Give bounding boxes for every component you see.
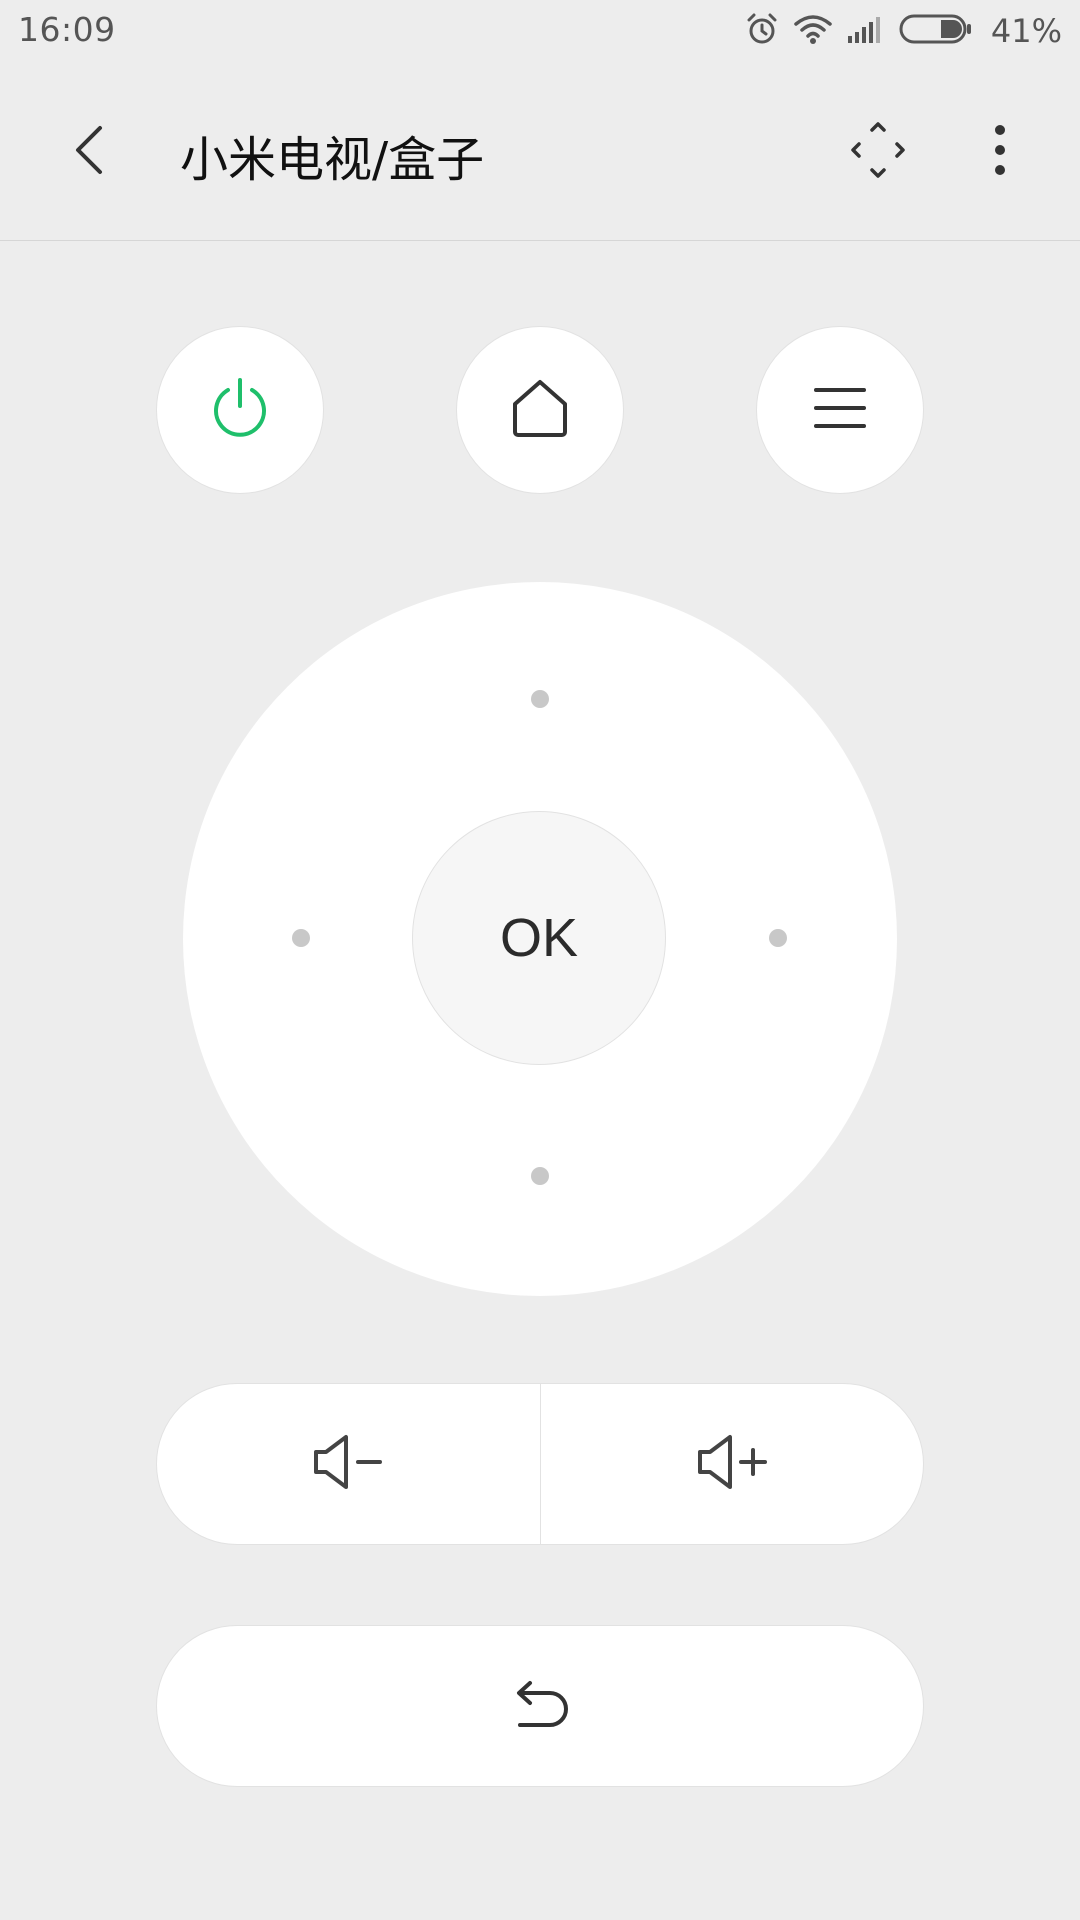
alarm-icon (745, 12, 779, 50)
dpad-left[interactable] (292, 929, 310, 947)
page-title: 小米电视/盒子 (180, 132, 485, 188)
volume-down-button[interactable] (157, 1384, 540, 1544)
status-time: 16:09 (18, 10, 116, 49)
home-icon (510, 378, 570, 442)
more-options-button[interactable] (970, 120, 1030, 184)
status-icons: 41% (745, 10, 1062, 52)
wifi-icon (793, 12, 833, 50)
status-bar: 16:09 41% (0, 0, 1080, 62)
return-arrow-icon (508, 1679, 572, 1733)
ok-button[interactable]: OK (412, 811, 666, 1065)
chevron-left-icon (70, 122, 110, 182)
return-button[interactable] (156, 1625, 924, 1787)
ok-label: OK (499, 908, 579, 968)
power-button[interactable] (156, 326, 324, 494)
battery-icon (899, 13, 973, 49)
signal-icon (847, 14, 885, 48)
dpad-right[interactable] (769, 929, 787, 947)
dpad-down[interactable] (531, 1167, 549, 1185)
app-header: 小米电视/盒子 (0, 62, 1080, 241)
battery-percent: 41% (990, 12, 1062, 50)
volume-control (156, 1383, 924, 1545)
dpad[interactable]: OK (183, 582, 897, 1296)
expand-button[interactable] (848, 120, 908, 184)
volume-down-icon (312, 1434, 384, 1494)
home-button[interactable] (456, 326, 624, 494)
more-vertical-icon (993, 124, 1007, 180)
menu-button[interactable] (756, 326, 924, 494)
expand-arrows-icon (850, 121, 906, 183)
power-icon (208, 376, 272, 444)
back-button[interactable] (60, 122, 120, 182)
menu-icon (814, 386, 866, 434)
volume-up-button[interactable] (541, 1384, 924, 1544)
volume-up-icon (696, 1434, 768, 1494)
dpad-up[interactable] (531, 690, 549, 708)
